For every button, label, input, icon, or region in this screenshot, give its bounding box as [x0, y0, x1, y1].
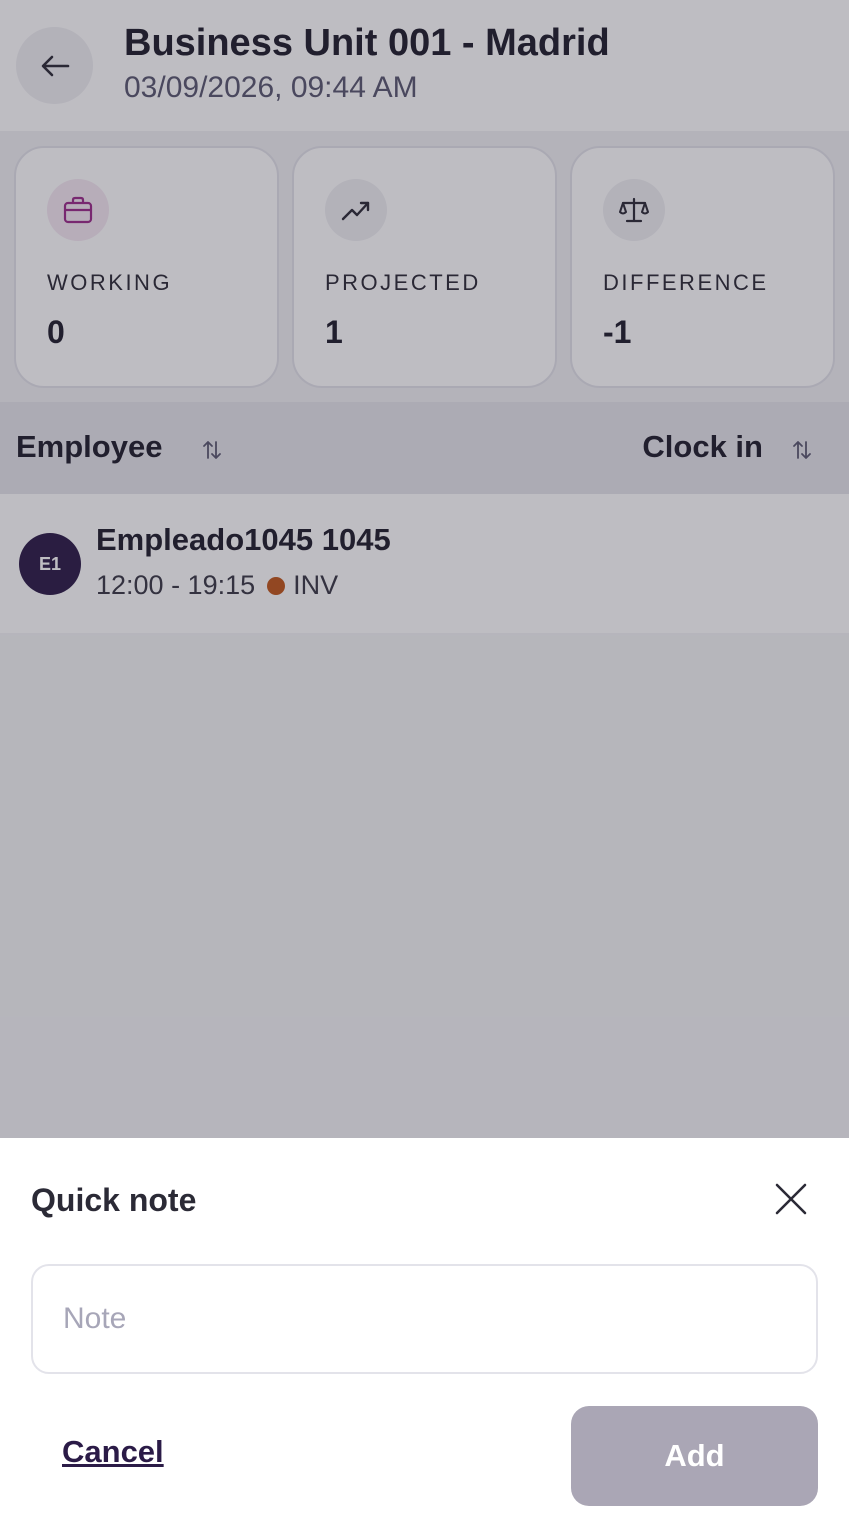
close-icon	[775, 1183, 807, 1215]
note-input[interactable]	[31, 1264, 818, 1374]
cancel-button[interactable]: Cancel	[62, 1434, 164, 1470]
close-button[interactable]	[766, 1174, 816, 1224]
sheet-title: Quick note	[31, 1182, 197, 1218]
screen: Business Unit 001 - Madrid 03/09/2026, 0…	[0, 0, 849, 1536]
add-button[interactable]: Add	[571, 1406, 818, 1506]
quick-note-sheet: Quick note Cancel Add	[0, 1138, 849, 1536]
